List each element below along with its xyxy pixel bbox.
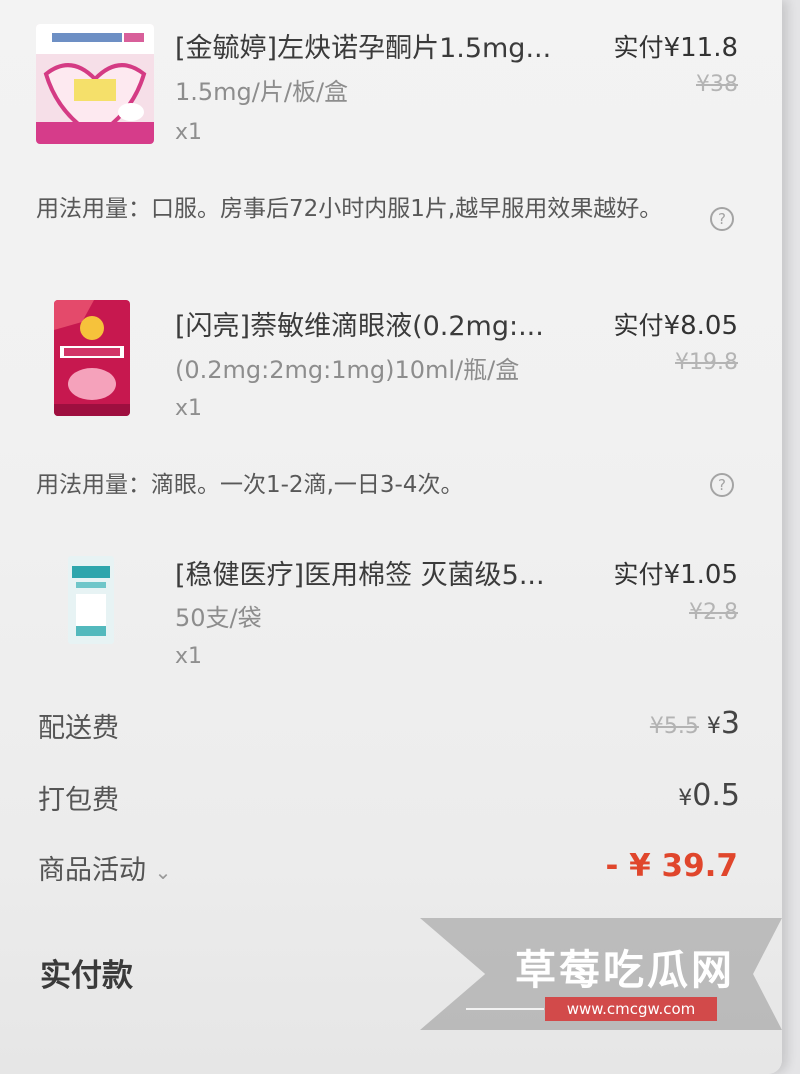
packing-fee-label: 打包费 [38,785,119,816]
paid-amount: ¥11.8 [663,33,738,63]
question-circle-icon[interactable]: ? [710,207,734,231]
delivery-fee-value: ¥5.5 ¥3 [650,706,740,741]
original-price: ¥38 [696,72,738,97]
pink-medicine-box-icon [36,24,154,144]
delivery-fee-original: ¥5.5 [649,714,699,739]
item-name[interactable]: [金毓婷]左炔诺孕酮片1.5mg... [175,26,551,65]
item-name[interactable]: [闪亮]萘敏维滴眼液(0.2mg:... [175,304,544,343]
watermark-title: 草莓吃瓜网 [515,946,735,994]
currency-symbol: ¥ [678,786,693,811]
packing-fee-value: ¥0.5 [678,778,740,813]
item-spec: (0.2mg:2mg:1mg)10ml/瓶/盒 [175,356,520,384]
paid-price: 实付¥1.05 [614,555,738,591]
item-quantity: x1 [175,396,203,421]
watermark-divider [466,1008,544,1010]
paid-amount: ¥8.05 [663,311,738,341]
item-name[interactable]: [稳健医疗]医用棉签 灭菌级5... [175,553,545,592]
eye-drops-box-icon [54,300,130,416]
item-spec: 50支/袋 [175,604,262,632]
total-paid-label: 实付款 [40,958,133,994]
chevron-down-icon: ⌄ [154,860,172,884]
paid-label: 实付 [613,560,664,589]
order-detail-panel: [金毓婷]左炔诺孕酮片1.5mg... 1.5mg/片/板/盒 x1 实付¥11… [0,0,782,1074]
paid-amount: ¥1.05 [663,560,738,590]
original-price: ¥2.8 [689,600,738,625]
usage-instructions: 用法用量：滴眼。一次1-2滴,一日3-4次。 [36,472,464,498]
question-circle-icon[interactable]: ? [710,473,734,497]
activity-discount-value: - ¥ 39.7 [605,848,738,884]
item-spec: 1.5mg/片/板/盒 [175,78,349,106]
paid-label: 实付 [613,33,664,62]
watermark-url: www.cmcgw.com [545,997,717,1021]
delivery-fee-label: 配送费 [38,713,119,744]
activity-toggle[interactable]: 商品活动 ⌄ [38,848,171,887]
currency-symbol: ¥ [706,714,721,739]
paid-price: 实付¥11.8 [614,28,738,64]
delivery-fee-amount: 3 [720,706,740,741]
paid-label: 实付 [613,311,664,340]
cotton-swab-bag-icon [66,556,116,644]
packing-fee-amount: 0.5 [692,778,740,813]
paid-price: 实付¥8.05 [614,306,738,342]
activity-label: 商品活动 [38,855,146,886]
item-quantity: x1 [175,644,203,669]
original-price: ¥19.8 [675,350,738,375]
usage-instructions: 用法用量：口服。房事后72小时内服1片,越早服用效果越好。 [36,196,663,222]
item-quantity: x1 [175,120,203,145]
